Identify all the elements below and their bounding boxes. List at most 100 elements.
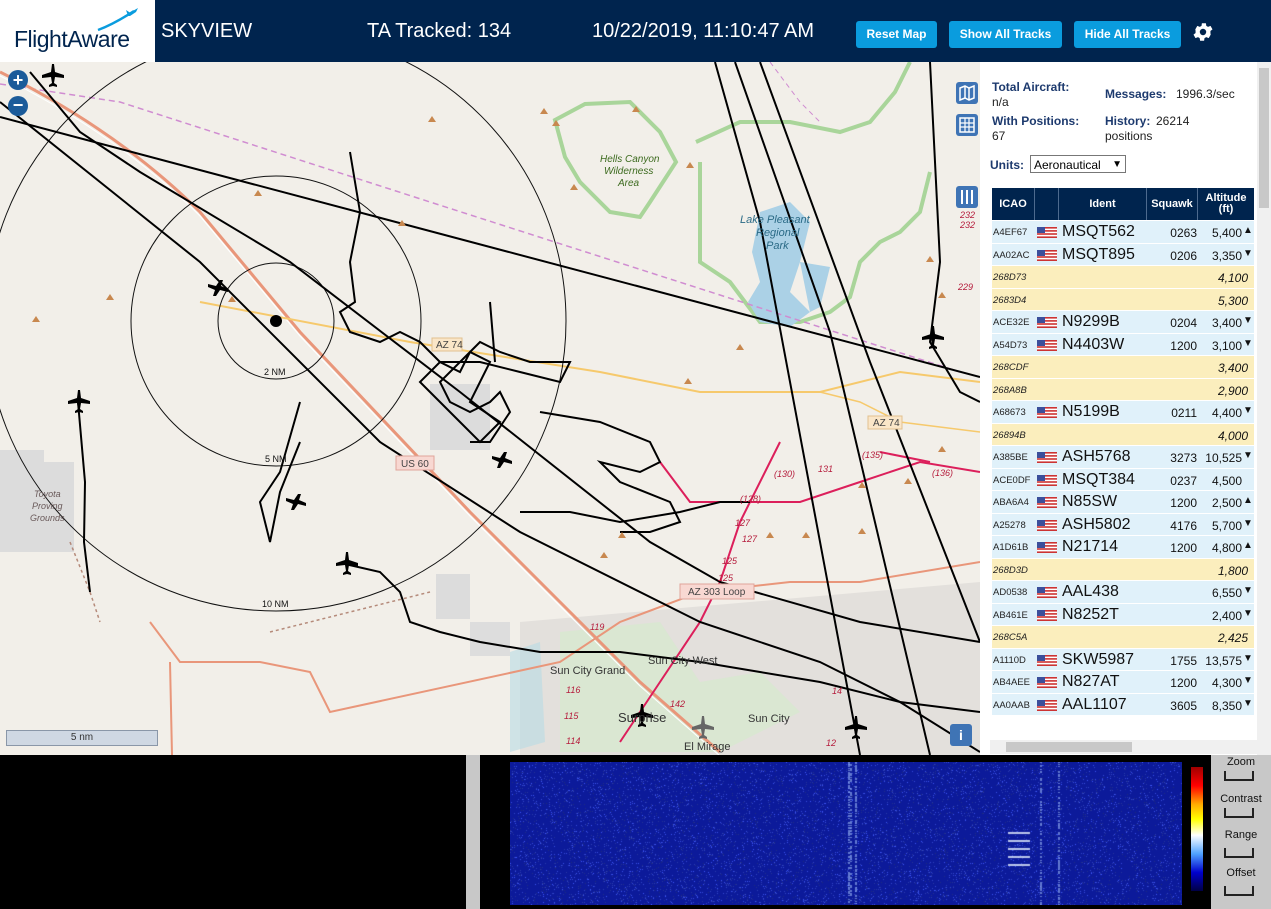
ident-cell: ASH5802 xyxy=(1062,515,1131,533)
aircraft-icon xyxy=(492,452,512,468)
table-row[interactable]: ABA6A4 N85SW 1200 2,500 ▲ xyxy=(992,491,1254,514)
info-button[interactable]: i xyxy=(950,724,972,746)
color-scale-bar xyxy=(1191,767,1203,891)
table-row[interactable]: ACE0DF MSQT384 0237 4,500 xyxy=(992,468,1254,491)
ring-label-2nm: 2 NM xyxy=(264,367,286,377)
zoom-slider[interactable] xyxy=(1224,771,1254,781)
table-row[interactable]: A1110D SKW5987 1755 13,575 ▼ xyxy=(992,648,1254,671)
aircraft-icon xyxy=(68,390,90,413)
icao-cell: 268D73 xyxy=(993,272,1027,283)
us-flag-icon xyxy=(1037,474,1057,486)
altitude-trend-icon: ▼ xyxy=(1243,607,1253,619)
place-label: Proving xyxy=(32,501,63,511)
squawk-cell: 1755 xyxy=(1170,653,1197,668)
aircraft-icon xyxy=(42,64,64,87)
altitude-cell: 3,350 xyxy=(1211,248,1242,263)
place-label: Area xyxy=(617,178,640,189)
column-header-altitude[interactable]: Altitude (ft) xyxy=(1198,188,1254,220)
sidebar-vertical-scrollbar[interactable] xyxy=(1257,62,1271,755)
table-row[interactable]: AB461E N8252T 2,400 ▼ xyxy=(992,603,1254,626)
hide-all-tracks-button[interactable]: Hide All Tracks xyxy=(1074,21,1181,48)
route-number: 232 xyxy=(959,210,975,220)
grid-toggle-button[interactable] xyxy=(956,114,978,136)
offset-slider[interactable] xyxy=(1224,886,1254,896)
info-icon: i xyxy=(959,727,963,743)
road-label: AZ 303 Loop xyxy=(688,587,746,598)
table-row[interactable]: A68673 N5199B 0211 4,400 ▼ xyxy=(992,401,1254,424)
icao-cell: 268C5A xyxy=(993,632,1028,643)
table-row[interactable]: ACE32E N9299B 0204 3,400 ▼ xyxy=(992,311,1254,334)
table-row[interactable]: A25278 ASH5802 4176 5,700 ▼ xyxy=(992,513,1254,536)
altitude-cell: 2,500 xyxy=(1211,496,1242,510)
contrast-slider[interactable] xyxy=(1224,808,1254,818)
road-label: AZ 74 xyxy=(873,418,900,429)
gear-icon[interactable] xyxy=(1191,20,1215,44)
table-horizontal-scrollbar[interactable] xyxy=(990,740,1257,754)
us-flag-icon xyxy=(1037,654,1057,666)
altitude-cell: 4,800 xyxy=(1211,541,1242,555)
table-row[interactable]: AD0538 AAL438 6,550 ▼ xyxy=(992,581,1254,604)
table-row[interactable]: 268A8B 2,900 xyxy=(992,378,1254,401)
zoom-in-button[interactable]: + xyxy=(8,70,28,90)
table-row[interactable]: 26894B 4,000 xyxy=(992,423,1254,446)
icao-cell: ABA6A4 xyxy=(993,497,1029,508)
units-select[interactable]: Aeronautical ▼ xyxy=(1030,155,1126,173)
table-row[interactable]: 268C5A 2,425 xyxy=(992,626,1254,649)
aircraft-table-body: A4EF67 MSQT562 0263 5,400 ▲ AA02AC MSQT895 0206… xyxy=(992,221,1254,716)
zoom-out-button[interactable]: − xyxy=(8,96,28,116)
column-header-icao[interactable]: ICAO xyxy=(992,188,1035,220)
altitude-cell: 8,350 xyxy=(1211,698,1242,713)
squawk-cell: 0211 xyxy=(1171,406,1197,420)
table-row[interactable]: A4EF67 MSQT562 0263 5,400 ▲ xyxy=(992,221,1254,244)
table-row[interactable]: 2683D4 5,300 xyxy=(992,288,1254,311)
waterfall-display[interactable] xyxy=(510,762,1182,905)
us-flag-icon xyxy=(1037,587,1057,598)
altitude-cell: 10,525 xyxy=(1205,451,1242,465)
grid-icon xyxy=(959,117,975,133)
show-all-tracks-button[interactable]: Show All Tracks xyxy=(949,21,1062,48)
table-row[interactable]: A54D73 N4403W 1200 3,100 ▼ xyxy=(992,333,1254,356)
zoom-in-icon: + xyxy=(12,70,24,90)
scrollbar-thumb[interactable] xyxy=(1006,742,1132,752)
app-title: SKYVIEW xyxy=(161,20,253,42)
column-header-ident[interactable]: Ident xyxy=(1059,188,1147,220)
map-layer-button[interactable] xyxy=(956,82,978,104)
table-row[interactable]: AA02AC MSQT895 0206 3,350 ▼ xyxy=(992,243,1254,266)
table-row[interactable]: A385BE ASH5768 3273 10,525 ▼ xyxy=(992,446,1254,469)
table-row[interactable]: A1D61B N21714 1200 4,800 ▲ xyxy=(992,536,1254,559)
scale-bar: 5 nm xyxy=(6,730,158,746)
scrollbar-thumb[interactable] xyxy=(1259,68,1269,208)
ident-cell: N827AT xyxy=(1062,673,1120,690)
icao-cell: A68673 xyxy=(993,407,1026,418)
aircraft-icon xyxy=(336,552,358,575)
icao-cell: AA02AC xyxy=(993,249,1030,261)
table-row[interactable]: AB4AEE N827AT 1200 4,300 ▼ xyxy=(992,671,1254,694)
column-header-squawk[interactable]: Squawk xyxy=(1147,188,1198,220)
altitude-trend-icon: ▲ xyxy=(1243,225,1253,236)
reset-map-button[interactable]: Reset Map xyxy=(856,21,937,48)
history-unit: positions xyxy=(1105,129,1153,143)
icao-cell: A54D73 xyxy=(993,339,1028,351)
icao-cell: AB461E xyxy=(993,609,1028,621)
place-label: Park xyxy=(766,240,789,252)
altitude-header-unit: (ft) xyxy=(1218,203,1234,215)
sidebar-toggle-button[interactable] xyxy=(956,186,978,208)
panel-divider[interactable] xyxy=(466,755,480,909)
table-row[interactable]: 268D3D 1,800 xyxy=(992,558,1254,581)
column-header-flag[interactable] xyxy=(1035,188,1059,220)
table-row[interactable]: 268CDF 3,400 xyxy=(992,356,1254,379)
ring-label-5nm: 5 NM xyxy=(265,454,287,464)
us-flag-icon xyxy=(1037,609,1057,621)
map-view[interactable]: 2 NM 5 NM 10 NM Hells Canyon Wilderness … xyxy=(0,62,980,755)
ident-cell: N85SW xyxy=(1062,493,1118,510)
table-row[interactable]: AA0AAB AAL1107 3605 8,350 ▼ xyxy=(992,693,1254,716)
offset-label: Offset xyxy=(1226,867,1256,879)
flightaware-logo[interactable]: FlightAware xyxy=(0,0,155,62)
altitude-trend-icon: ▼ xyxy=(1243,450,1253,461)
route-number: 14 xyxy=(832,686,842,696)
altitude-trend-icon: ▲ xyxy=(1243,495,1253,506)
table-row[interactable]: 268D73 4,100 xyxy=(992,266,1254,289)
range-slider[interactable] xyxy=(1224,848,1254,858)
altitude-trend-icon: ▼ xyxy=(1243,652,1253,664)
ident-cell: N8252T xyxy=(1062,605,1119,623)
